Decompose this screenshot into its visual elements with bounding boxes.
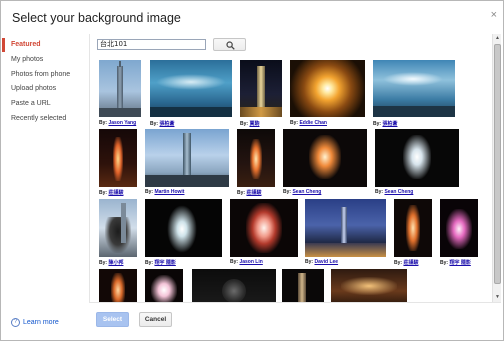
- help-icon: ?: [11, 318, 20, 327]
- photo-thumbnail[interactable]: [373, 60, 455, 117]
- select-button[interactable]: Select: [96, 312, 129, 327]
- author-link[interactable]: Sean Cheng: [384, 189, 413, 195]
- author-link[interactable]: 陳小邦: [108, 260, 123, 266]
- credit-by-label: By:: [99, 190, 108, 196]
- search-button[interactable]: [213, 38, 246, 51]
- photo-credit: By: Sean Cheng: [375, 189, 413, 195]
- credit-by-label: By:: [283, 189, 292, 195]
- author-link[interactable]: 莊謹駿: [403, 260, 418, 266]
- author-link[interactable]: 莊謹駿: [108, 190, 123, 196]
- scroll-down-icon[interactable]: ▼: [493, 293, 502, 302]
- author-link[interactable]: 張柏蒼: [382, 121, 397, 127]
- photo-thumbnail[interactable]: [99, 60, 141, 117]
- author-link[interactable]: 賈駒: [249, 121, 259, 127]
- credit-by-label: By:: [145, 189, 154, 195]
- photo-thumbnail[interactable]: [192, 269, 276, 302]
- credit-by-label: By:: [237, 190, 246, 196]
- photo-thumbnail[interactable]: [230, 199, 298, 257]
- cancel-button[interactable]: Cancel: [139, 312, 172, 327]
- credit-by-label: By:: [305, 259, 314, 265]
- credit-by-label: By:: [230, 259, 239, 265]
- background-image-dialog: Select your background image × Featured …: [0, 0, 504, 341]
- photo-credit: By: 莊謹駿: [394, 259, 418, 266]
- author-link[interactable]: Eddie Chan: [299, 120, 327, 126]
- learn-more-link[interactable]: ? Learn more: [11, 318, 59, 327]
- photo-thumbnail[interactable]: [240, 60, 282, 117]
- author-link[interactable]: Jason Yang: [108, 120, 136, 126]
- credit-by-label: By:: [99, 260, 108, 266]
- photo-thumbnail[interactable]: [237, 129, 275, 187]
- author-link[interactable]: 翔宇 隨影: [449, 260, 470, 266]
- photo-credit: By: Martin Howit: [145, 189, 184, 195]
- credit-by-label: By:: [99, 120, 108, 126]
- search-icon: [226, 41, 235, 50]
- photo-thumbnail[interactable]: [394, 199, 432, 257]
- author-link[interactable]: Jason Lin: [239, 259, 262, 265]
- author-link[interactable]: 莊謹駿: [246, 190, 261, 196]
- photo-thumbnail[interactable]: [283, 129, 367, 187]
- scrollbar-thumb[interactable]: [494, 44, 501, 284]
- photo-credit: By: Jason Yang: [99, 120, 136, 126]
- sidebar-item-featured[interactable]: Featured: [2, 38, 88, 52]
- credit-by-label: By:: [373, 121, 382, 127]
- photo-credit: By: Eddie Chan: [290, 120, 327, 126]
- photo-thumbnail[interactable]: [145, 269, 183, 302]
- photo-credit: By: 翔宇 隨影: [145, 259, 176, 266]
- photo-thumbnail[interactable]: [305, 199, 386, 257]
- search-input[interactable]: 台北101: [97, 39, 206, 50]
- author-link[interactable]: Martin Howit: [154, 189, 184, 195]
- author-link[interactable]: 張柏蒼: [159, 121, 174, 127]
- dialog-title: Select your background image: [12, 11, 181, 25]
- credit-by-label: By:: [440, 260, 449, 266]
- author-link[interactable]: Sean Cheng: [292, 189, 321, 195]
- sidebar-item-photos-from-phone[interactable]: Photos from phone: [2, 68, 88, 82]
- photo-credit: By: 賈駒: [240, 120, 259, 127]
- photo-thumbnail[interactable]: [150, 60, 232, 117]
- photo-credit: By: 莊謹駿: [237, 189, 261, 196]
- photo-credit: By: 翔宇 隨影: [440, 259, 471, 266]
- sidebar-item-my-photos[interactable]: My photos: [2, 53, 88, 67]
- author-link[interactable]: 翔宇 隨影: [154, 260, 175, 266]
- photo-credit: By: 陳小邦: [99, 259, 123, 266]
- photo-thumbnail[interactable]: [282, 269, 324, 302]
- credit-by-label: By:: [150, 121, 159, 127]
- photo-thumbnail[interactable]: [99, 129, 137, 187]
- photo-credit: By: 莊謹駿: [99, 189, 123, 196]
- photo-credit: By: David Lee: [305, 259, 338, 265]
- dialog-footer: Select Cancel: [89, 302, 501, 340]
- learn-more-label: Learn more: [23, 319, 59, 326]
- photo-thumbnail[interactable]: [145, 199, 222, 257]
- credit-by-label: By:: [375, 189, 384, 195]
- credit-by-label: By:: [145, 260, 154, 266]
- credit-by-label: By:: [394, 260, 403, 266]
- close-icon[interactable]: ×: [491, 9, 497, 21]
- photo-credit: By: Sean Cheng: [283, 189, 321, 195]
- scroll-up-icon[interactable]: ▲: [493, 34, 502, 43]
- author-link[interactable]: David Lee: [314, 259, 338, 265]
- photo-thumbnail[interactable]: [145, 129, 229, 187]
- image-results-panel: 台北101 By: Jason Yang By: 張柏蒼 By: 賈駒 By: …: [89, 34, 492, 302]
- credit-by-label: By:: [240, 121, 249, 127]
- photo-thumbnail[interactable]: [331, 269, 407, 302]
- photo-thumbnail[interactable]: [290, 60, 365, 117]
- sidebar-item-recently-selected[interactable]: Recently selected: [2, 112, 88, 126]
- photo-credit: By: 張柏蒼: [150, 120, 174, 127]
- photo-credit: By: Jason Lin: [230, 259, 263, 265]
- photo-thumbnail[interactable]: [375, 129, 459, 187]
- photo-thumbnail[interactable]: [440, 199, 478, 257]
- sidebar-item-paste-url[interactable]: Paste a URL: [2, 97, 88, 111]
- photo-thumbnail[interactable]: [99, 269, 137, 302]
- results-scrollbar[interactable]: ▲ ▼: [492, 34, 501, 302]
- photo-credit: By: 張柏蒼: [373, 120, 397, 127]
- credit-by-label: By:: [290, 120, 299, 126]
- photo-thumbnail[interactable]: [99, 199, 137, 257]
- sidebar-item-upload-photos[interactable]: Upload photos: [2, 82, 88, 96]
- source-sidebar: Featured My photos Photos from phone Upl…: [2, 34, 89, 340]
